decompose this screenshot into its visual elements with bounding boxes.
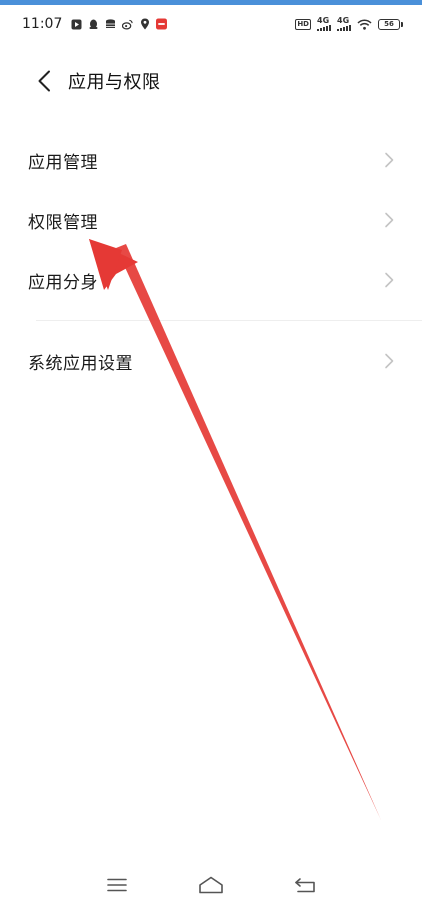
back-button[interactable] (24, 61, 64, 101)
screen: 11:07 HD 4G 4G 56 应用与权限 应用管理 权限管理 应用分身 系… (0, 0, 422, 910)
page-title: 应用与权限 (68, 72, 161, 93)
status-time: 11:07 (22, 16, 63, 32)
video-app-icon (71, 19, 82, 30)
chevron-right-icon (384, 212, 398, 228)
menu-item-permission-management[interactable]: 权限管理 (0, 190, 422, 250)
chevron-right-icon (384, 152, 398, 168)
signal-bars-icon (317, 25, 331, 31)
back-icon (295, 878, 315, 893)
chevron-right-icon (384, 272, 398, 288)
chevron-left-icon (38, 70, 50, 92)
sim1-signal: 4G (317, 17, 331, 31)
hd-badge: HD (295, 18, 311, 30)
menu-button[interactable] (97, 865, 137, 905)
menu-item-label: 权限管理 (28, 212, 98, 233)
wifi-icon (357, 18, 372, 30)
navigation-bar (0, 860, 422, 910)
menu-item-label: 应用管理 (28, 152, 98, 173)
menu-item-system-app-settings[interactable]: 系统应用设置 (0, 331, 422, 391)
menu-item-label: 应用分身 (28, 272, 98, 293)
list-divider (36, 320, 422, 321)
status-right: HD 4G 4G 56 (295, 17, 403, 31)
location-icon (139, 18, 150, 30)
home-button[interactable] (191, 865, 231, 905)
settings-list: 应用管理 权限管理 应用分身 系统应用设置 (0, 130, 422, 391)
chevron-right-icon (384, 353, 398, 369)
header: 应用与权限 (0, 55, 422, 107)
menu-icon (107, 878, 127, 892)
weibo-icon (122, 19, 133, 30)
battery-icon: 56 (378, 18, 403, 30)
red-app-icon (156, 18, 168, 30)
menu-item-app-clone[interactable]: 应用分身 (0, 250, 422, 310)
sim1-network-label: 4G (317, 16, 330, 25)
menu-item-app-management[interactable]: 应用管理 (0, 130, 422, 190)
signal-bars-icon (337, 25, 351, 31)
home-icon (199, 876, 223, 894)
menu-item-label: 系统应用设置 (28, 353, 133, 374)
status-left: 11:07 (22, 16, 168, 32)
back-nav-button[interactable] (285, 865, 325, 905)
database-icon (105, 18, 116, 30)
sim2-network-label: 4G (337, 16, 350, 25)
sim2-signal: 4G (337, 17, 351, 31)
status-bar: 11:07 HD 4G 4G 56 (0, 5, 422, 43)
qq-icon (88, 19, 99, 30)
